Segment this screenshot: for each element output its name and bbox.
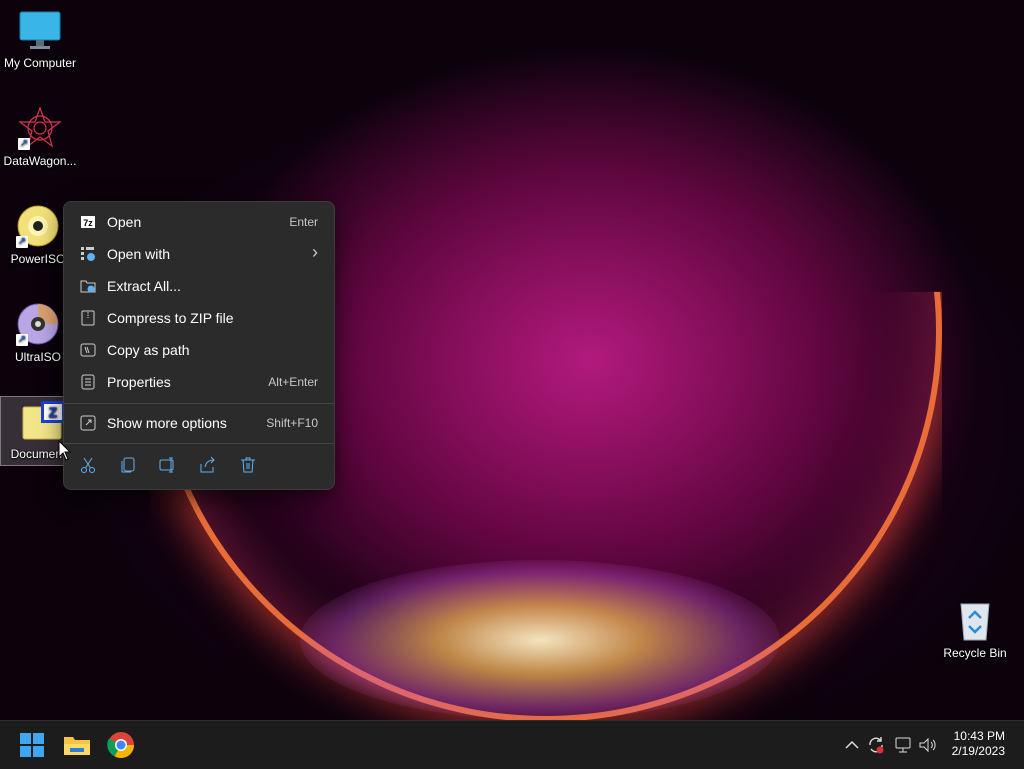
chrome-icon[interactable] — [105, 729, 137, 761]
context-menu: 7z Open Enter Open with › Extract All...… — [63, 201, 335, 490]
desktop-icon-label: DataWagon... — [3, 154, 77, 168]
monitor-icon — [18, 8, 62, 52]
menu-item-label: Copy as path — [107, 342, 190, 358]
properties-icon — [81, 374, 95, 390]
sync-icon[interactable] — [866, 735, 886, 755]
cut-icon[interactable] — [78, 455, 98, 475]
clock-time: 10:43 PM — [953, 729, 1005, 743]
archive-open-icon: 7z — [81, 216, 95, 228]
menu-item-show-more-options[interactable]: Show more options Shift+F10 — [68, 408, 330, 438]
zip-folder-icon: Z — [19, 399, 65, 443]
desktop-icon-datawagon[interactable]: ↗ DataWagon... — [0, 106, 80, 168]
file-explorer-icon[interactable] — [61, 729, 93, 761]
menu-item-label: Show more options — [107, 415, 227, 431]
menu-item-label: Compress to ZIP file — [107, 310, 234, 326]
desktop-icon-my-computer[interactable]: My Computer — [0, 8, 80, 70]
menu-separator — [64, 403, 334, 404]
menu-item-open-with[interactable]: Open with › — [68, 239, 330, 269]
wallpaper-glow — [300, 560, 780, 720]
delete-icon[interactable] — [238, 455, 258, 475]
open-with-icon — [81, 247, 95, 261]
copy-path-icon — [80, 343, 96, 357]
svg-text:Z: Z — [49, 404, 58, 420]
rename-icon[interactable] — [158, 455, 178, 475]
menu-item-extract-all[interactable]: Extract All... — [68, 271, 330, 301]
desktop-icon-label: My Computer — [3, 56, 77, 70]
chevron-right-icon: › — [312, 242, 318, 262]
menu-item-properties[interactable]: Properties Alt+Enter — [68, 367, 330, 397]
desktop-icon-recycle-bin[interactable]: Recycle Bin — [935, 598, 1015, 660]
menu-item-label: Extract All... — [107, 278, 181, 294]
shortcut-arrow-icon: ↗ — [16, 236, 28, 248]
menu-item-shortcut: Alt+Enter — [268, 375, 318, 389]
menu-item-shortcut: Shift+F10 — [266, 416, 318, 430]
copy-icon[interactable] — [118, 455, 138, 475]
ultraiso-disc-icon: ↗ — [16, 302, 60, 346]
menu-separator — [64, 443, 334, 444]
svg-text:7z: 7z — [83, 218, 93, 228]
share-icon[interactable] — [198, 455, 218, 475]
datawagon-icon: ↗ — [18, 106, 62, 150]
zip-compress-icon — [81, 310, 95, 326]
menu-item-label: Open with — [107, 246, 171, 262]
clock-date: 2/19/2023 — [951, 744, 1005, 758]
menu-item-label: Properties — [107, 374, 171, 390]
recycle-bin-icon — [953, 598, 997, 642]
menu-item-shortcut: Enter — [289, 215, 318, 229]
shortcut-arrow-icon: ↗ — [18, 138, 30, 150]
chevron-up-icon[interactable] — [842, 735, 862, 755]
poweriso-disc-icon: ↗ — [16, 204, 60, 248]
mouse-cursor-icon — [58, 440, 72, 461]
menu-item-compress-zip[interactable]: Compress to ZIP file — [68, 303, 330, 333]
more-options-icon — [80, 415, 96, 431]
shortcut-arrow-icon: ↗ — [16, 334, 28, 346]
menu-item-copy-as-path[interactable]: Copy as path — [68, 335, 330, 365]
start-icon[interactable] — [16, 729, 48, 761]
menu-item-label: Open — [107, 214, 142, 230]
network-icon[interactable] — [894, 735, 914, 755]
volume-icon[interactable] — [918, 735, 938, 755]
desktop-icon-label: Recycle Bin — [943, 646, 1007, 660]
extract-folder-icon — [80, 280, 96, 293]
menu-item-open[interactable]: 7z Open Enter — [68, 207, 330, 237]
system-clock[interactable]: 10:43 PM 2/19/2023 — [952, 729, 1005, 759]
taskbar: 10:43 PM 2/19/2023 — [0, 720, 1024, 769]
